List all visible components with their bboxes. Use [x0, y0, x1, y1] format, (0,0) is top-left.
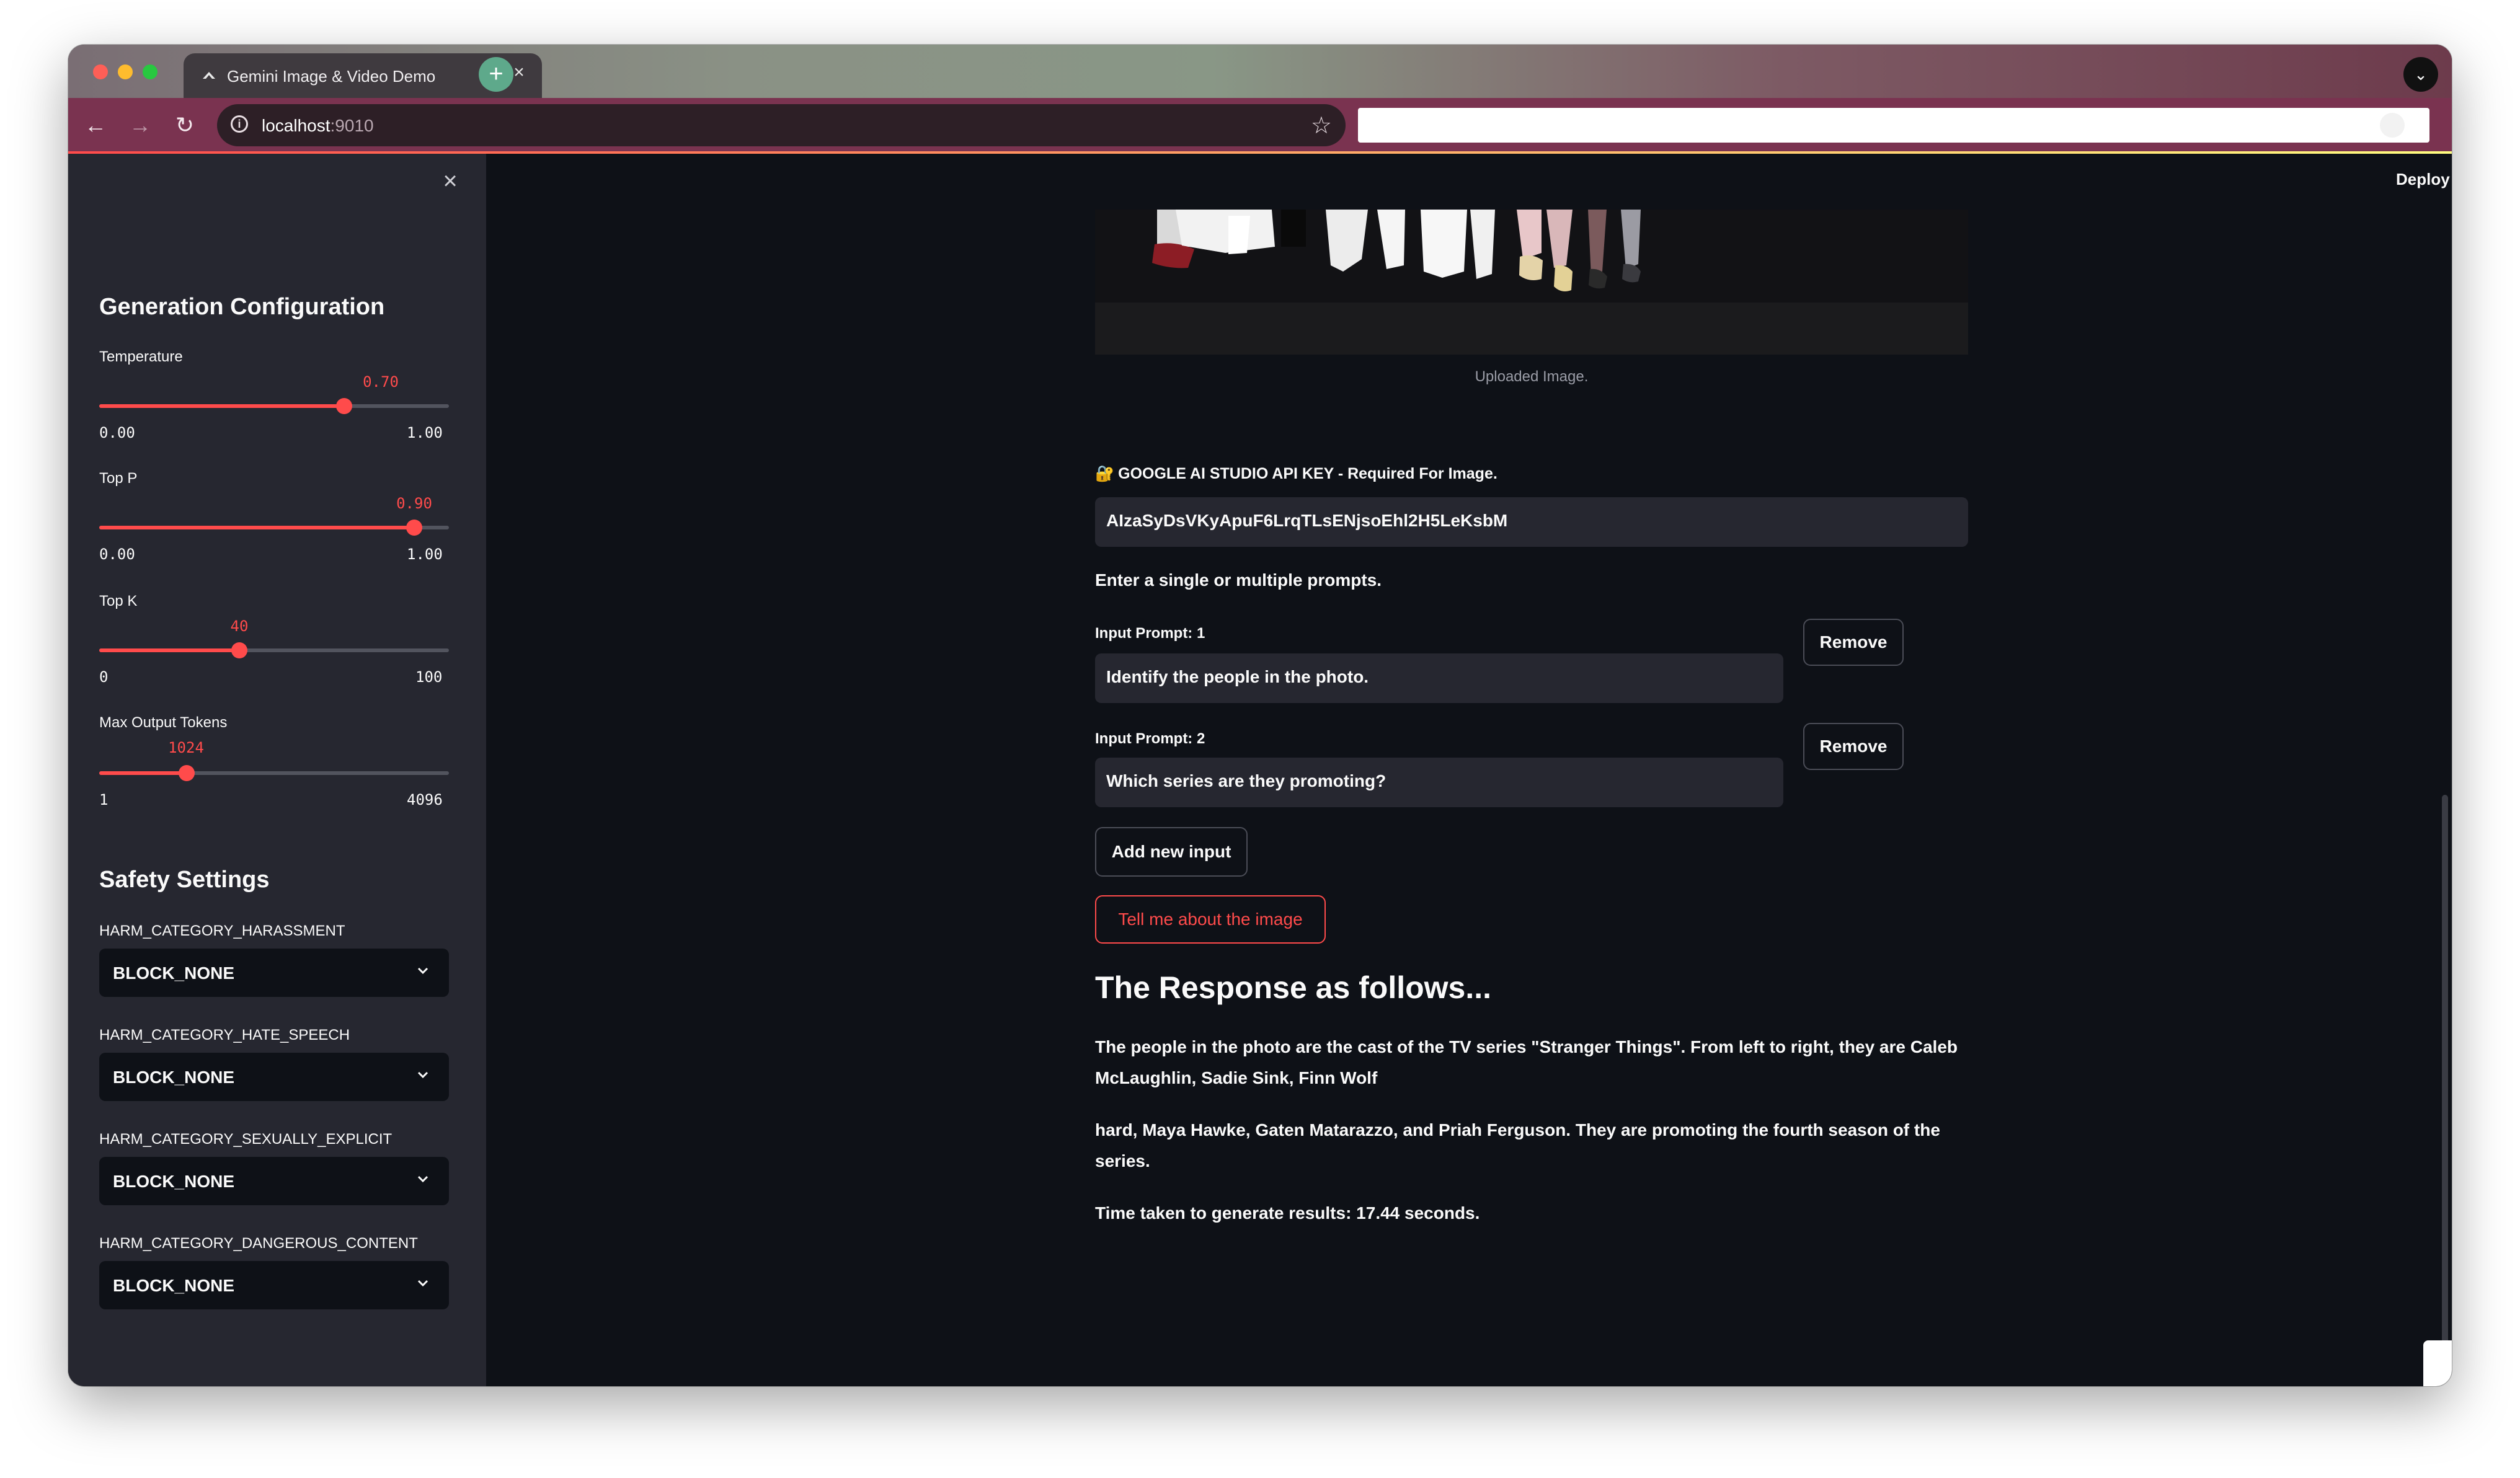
- top-k-slider-thumb[interactable]: [231, 642, 247, 658]
- top-p-max: 1.00: [407, 546, 443, 563]
- prompt-2-label: Input Prompt: 2: [1095, 730, 1205, 747]
- side-search-input[interactable]: [1358, 108, 2429, 143]
- top-p-min: 0.00: [99, 546, 135, 563]
- sexually-explicit-select-value: BLOCK_NONE: [113, 1172, 235, 1191]
- max-tokens-max: 4096: [407, 791, 443, 808]
- top-p-slider[interactable]: [99, 520, 449, 536]
- top-k-slider[interactable]: [99, 642, 449, 658]
- remove-prompt-1-button[interactable]: Remove: [1803, 619, 1904, 666]
- temperature-slider-fill: [99, 404, 344, 408]
- reload-icon[interactable]: ↻: [169, 109, 201, 141]
- top-k-label: Top K: [99, 593, 138, 609]
- bookmark-star-icon[interactable]: ☆: [1311, 112, 1332, 139]
- chevron-down-icon: [417, 1071, 428, 1079]
- dangerous-content-label: HARM_CATEGORY_DANGEROUS_CONTENT: [99, 1235, 418, 1252]
- response-time-text: Time taken to generate results: 17.44 se…: [1095, 1203, 1480, 1223]
- minimize-window-button[interactable]: [118, 64, 133, 79]
- top-k-slider-fill: [99, 648, 239, 652]
- back-arrow-icon[interactable]: ←: [79, 109, 112, 141]
- prompt-1-label: Input Prompt: 1: [1095, 625, 1205, 642]
- top-k-min: 0: [99, 668, 109, 686]
- profile-avatar[interactable]: [2380, 113, 2405, 138]
- streamlit-favicon-icon: [203, 72, 215, 79]
- top-p-label: Top P: [99, 470, 138, 487]
- tab-search-chevron-icon[interactable]: ⌄: [2403, 57, 2438, 92]
- temperature-slider-thumb[interactable]: [336, 398, 352, 414]
- chevron-down-icon: [417, 1175, 428, 1183]
- max-tokens-value: 1024: [168, 739, 204, 756]
- image-caption: Uploaded Image.: [1475, 368, 1589, 385]
- close-window-button[interactable]: [93, 64, 108, 79]
- prompt-1-value: Identify the people in the photo.: [1106, 667, 1369, 686]
- remove-prompt-2-button[interactable]: Remove: [1803, 723, 1904, 770]
- response-paragraph-1: The people in the photo are the cast of …: [1095, 1037, 1958, 1087]
- hate-speech-select-value: BLOCK_NONE: [113, 1068, 235, 1087]
- sexually-explicit-label: HARM_CATEGORY_SEXUALLY_EXPLICIT: [99, 1131, 393, 1148]
- safety-settings-title: Safety Settings: [99, 867, 270, 893]
- main-content: Deploy ⋮: [486, 154, 2452, 1386]
- prompts-intro-text: Enter a single or multiple prompts.: [1095, 570, 1382, 590]
- top-k-max: 100: [415, 668, 443, 686]
- prompt-2-input[interactable]: Which series are they promoting?: [1095, 758, 1783, 807]
- url-port: :9010: [330, 116, 374, 135]
- temperature-min: 0.00: [99, 424, 135, 441]
- api-key-input[interactable]: AIzaSyDsVKyApuF6LrqTLsENjsoEhl2H5LeKsbM: [1095, 497, 1968, 547]
- uploaded-image: [1095, 210, 1968, 355]
- generation-config-title: Generation Configuration: [99, 294, 385, 320]
- tab-strip: Gemini Image & Video Demo × + ⌄: [68, 45, 2452, 98]
- max-tokens-min: 1: [99, 791, 109, 808]
- zoom-window-button[interactable]: [143, 64, 158, 79]
- response-paragraph-2: hard, Maya Hawke, Gaten Matarazzo, and P…: [1095, 1120, 1940, 1170]
- uploaded-photo-graphic: [1095, 210, 1968, 355]
- temperature-value: 0.70: [363, 373, 399, 391]
- address-bar[interactable]: i localhost:9010 ☆: [217, 104, 1346, 146]
- api-key-label-text: GOOGLE AI STUDIO API KEY - Required For …: [1118, 465, 1497, 482]
- url-host: localhost: [262, 116, 331, 135]
- lock-key-icon: 🔐: [1095, 465, 1115, 482]
- url-text: localhost:9010: [262, 116, 374, 136]
- response-title: The Response as follows...: [1095, 970, 1492, 1005]
- max-tokens-label: Max Output Tokens: [99, 714, 228, 731]
- side-panel-handle[interactable]: [2423, 1340, 2452, 1386]
- harassment-select-value: BLOCK_NONE: [113, 963, 235, 983]
- forward-arrow-icon[interactable]: →: [124, 109, 156, 141]
- new-tab-button[interactable]: +: [479, 57, 513, 92]
- add-new-input-button[interactable]: Add new input: [1095, 827, 1248, 877]
- sexually-explicit-select[interactable]: BLOCK_NONE: [99, 1157, 449, 1205]
- browser-toolbar: ← → ↻ i localhost:9010 ☆: [68, 98, 2452, 153]
- hate-speech-label: HARM_CATEGORY_HATE_SPEECH: [99, 1027, 350, 1043]
- max-tokens-slider-fill: [99, 771, 187, 775]
- browser-window: Gemini Image & Video Demo × + ⌄ ← → ↻ i …: [68, 45, 2452, 1386]
- deploy-button[interactable]: Deploy: [2396, 170, 2450, 189]
- temperature-label: Temperature: [99, 348, 183, 365]
- top-p-value: 0.90: [396, 495, 432, 512]
- chevron-down-icon: [417, 967, 428, 975]
- api-key-value: AIzaSyDsVKyApuF6LrqTLsENjsoEhl2H5LeKsbM: [1106, 511, 1508, 530]
- submit-image-query-button[interactable]: Tell me about the image: [1095, 895, 1326, 944]
- hate-speech-select[interactable]: BLOCK_NONE: [99, 1053, 449, 1101]
- top-p-slider-fill: [99, 526, 414, 529]
- temperature-max: 1.00: [407, 424, 443, 441]
- max-tokens-slider-thumb[interactable]: [179, 765, 195, 781]
- prompt-2-value: Which series are they promoting?: [1106, 771, 1386, 790]
- site-info-icon[interactable]: i: [231, 115, 248, 133]
- close-sidebar-icon[interactable]: ×: [437, 167, 464, 195]
- dangerous-content-select-value: BLOCK_NONE: [113, 1276, 235, 1295]
- max-tokens-slider[interactable]: [99, 765, 449, 781]
- top-p-slider-thumb[interactable]: [406, 520, 422, 536]
- tab-title: Gemini Image & Video Demo: [227, 67, 436, 86]
- harassment-label: HARM_CATEGORY_HARASSMENT: [99, 923, 345, 939]
- top-k-value: 40: [230, 617, 249, 635]
- temperature-slider[interactable]: [99, 398, 449, 414]
- api-key-label: 🔐 GOOGLE AI STUDIO API KEY - Required For…: [1095, 465, 1497, 483]
- sidebar: × Generation Configuration Temperature 0…: [68, 154, 486, 1386]
- chevron-down-icon: [417, 1280, 428, 1287]
- main-scrollbar[interactable]: [2442, 795, 2448, 1378]
- harassment-select[interactable]: BLOCK_NONE: [99, 949, 449, 997]
- prompt-1-input[interactable]: Identify the people in the photo.: [1095, 653, 1783, 703]
- dangerous-content-select[interactable]: BLOCK_NONE: [99, 1261, 449, 1309]
